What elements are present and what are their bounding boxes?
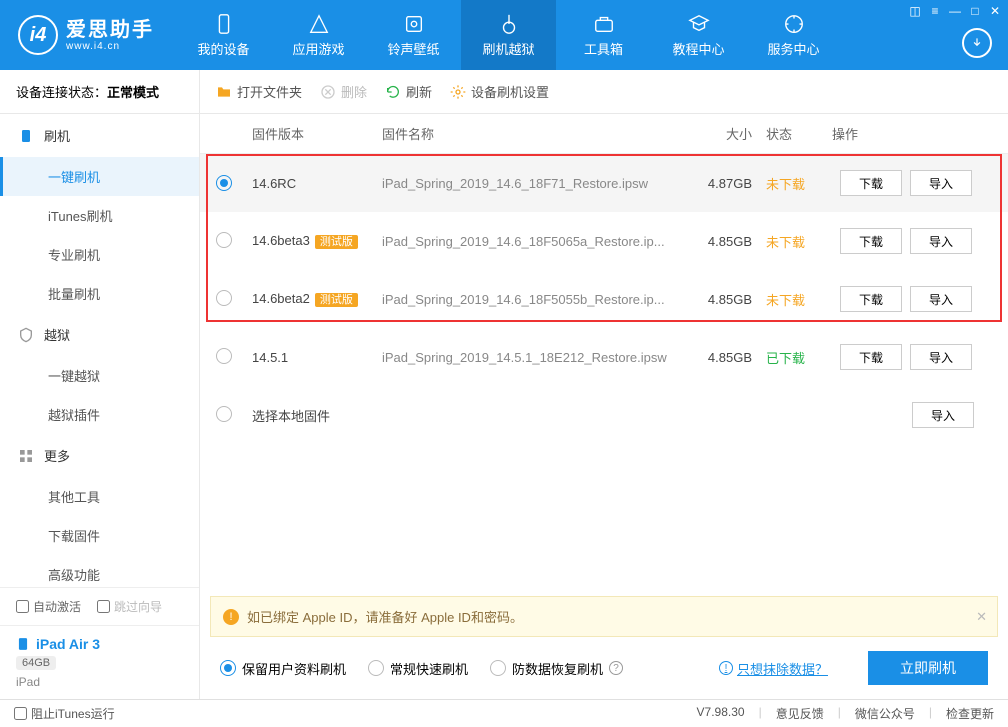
radio-select[interactable] [216, 232, 232, 248]
tablet-icon [16, 637, 30, 651]
sidebar-item-download-fw[interactable]: 下载固件 [0, 516, 199, 555]
table-header: 固件版本 固件名称 大小 状态 操作 [200, 114, 1008, 154]
shield-icon [18, 327, 34, 343]
logo[interactable]: i4 爱思助手 www.i4.cn [0, 15, 166, 55]
info-icon: ! [719, 661, 733, 675]
sidebar-item-oneclick-flash[interactable]: 一键刷机 [0, 157, 199, 196]
download-button[interactable]: 下载 [840, 170, 902, 196]
radio-select[interactable] [216, 406, 232, 422]
sidebar-item-itunes-flash[interactable]: iTunes刷机 [0, 196, 199, 235]
table-row[interactable]: 14.6RC iPad_Spring_2019_14.6_18F71_Resto… [200, 154, 1008, 212]
refresh-button[interactable]: 刷新 [385, 82, 432, 101]
feedback-link[interactable]: 意见反馈 [776, 705, 824, 722]
wechat-link[interactable]: 微信公众号 [855, 705, 915, 722]
import-button[interactable]: 导入 [910, 228, 972, 254]
nav-apps[interactable]: 应用游戏 [271, 0, 366, 70]
folder-icon [216, 84, 232, 100]
flash-icon [18, 128, 34, 144]
download-button[interactable]: 下载 [840, 286, 902, 312]
mode-keep-data[interactable]: 保留用户资料刷机 [220, 659, 346, 678]
open-folder-button[interactable]: 打开文件夹 [216, 82, 302, 101]
download-manager-button[interactable] [962, 28, 992, 58]
check-update-link[interactable]: 检查更新 [946, 705, 994, 722]
radio-select[interactable] [216, 175, 232, 191]
sidebar-group-more[interactable]: 更多 [0, 434, 199, 477]
beta-badge: 测试版 [315, 235, 358, 249]
window-controls: ◫ ≡ — □ ✕ [908, 4, 1002, 18]
download-button[interactable]: 下载 [840, 228, 902, 254]
sidebar-item-oneclick-jb[interactable]: 一键越狱 [0, 356, 199, 395]
logo-subtitle: www.i4.cn [66, 41, 154, 52]
sidebar-group-flash[interactable]: 刷机 [0, 114, 199, 157]
gear-icon [450, 84, 466, 100]
firmware-table: 14.6RC iPad_Spring_2019_14.6_18F71_Resto… [200, 154, 1008, 444]
nav-tutorial[interactable]: 教程中心 [651, 0, 746, 70]
skin-icon[interactable]: ◫ [908, 4, 922, 18]
nav-wallpaper[interactable]: 铃声壁纸 [366, 0, 461, 70]
sidebar-item-pro-flash[interactable]: 专业刷机 [0, 235, 199, 274]
delete-icon [320, 84, 336, 100]
beta-badge: 测试版 [315, 293, 358, 307]
mode-anti-recovery[interactable]: 防数据恢复刷机? [490, 659, 623, 678]
maximize-icon[interactable]: □ [968, 4, 982, 18]
import-button[interactable]: 导入 [912, 402, 974, 428]
flash-settings-button[interactable]: 设备刷机设置 [450, 82, 549, 101]
import-button[interactable]: 导入 [910, 286, 972, 312]
top-nav: 我的设备 应用游戏 铃声壁纸 刷机越狱 工具箱 教程中心 服务中心 [176, 0, 841, 70]
status-bar: 阻止iTunes运行 V7.98.30| 意见反馈| 微信公众号| 检查更新 [0, 699, 1008, 727]
sidebar-group-jailbreak[interactable]: 越狱 [0, 313, 199, 356]
auto-activate-checkbox[interactable]: 自动激活 [16, 598, 81, 615]
download-button[interactable]: 下载 [840, 344, 902, 370]
more-icon [18, 448, 34, 464]
refresh-icon [385, 84, 401, 100]
table-row[interactable]: 14.5.1 iPad_Spring_2019_14.5.1_18E212_Re… [200, 328, 1008, 386]
toolbar: 打开文件夹 删除 刷新 设备刷机设置 [200, 70, 1008, 114]
device-info[interactable]: iPad Air 3 64GB iPad [0, 625, 199, 699]
close-tip-button[interactable]: ✕ [976, 609, 987, 625]
sidebar-item-other-tools[interactable]: 其他工具 [0, 477, 199, 516]
nav-flash[interactable]: 刷机越狱 [461, 0, 556, 70]
sidebar-item-advanced[interactable]: 高级功能 [0, 555, 199, 587]
nav-toolbox[interactable]: 工具箱 [556, 0, 651, 70]
logo-title: 爱思助手 [66, 19, 154, 41]
close-icon[interactable]: ✕ [988, 4, 1002, 18]
erase-only-link[interactable]: !只想抹除数据？ [719, 659, 828, 678]
sidebar-item-jb-plugins[interactable]: 越狱插件 [0, 395, 199, 434]
minimize-icon[interactable]: — [948, 4, 962, 18]
help-icon[interactable]: ? [609, 661, 623, 675]
warning-icon: ! [223, 609, 239, 625]
table-row-local[interactable]: 选择本地固件 导入 [200, 386, 1008, 444]
mode-quick[interactable]: 常规快速刷机 [368, 659, 468, 678]
menu-icon[interactable]: ≡ [928, 4, 942, 18]
tip-bar: ! 如已绑定 Apple ID，请准备好 Apple ID和密码。 ✕ [210, 596, 998, 637]
import-button[interactable]: 导入 [910, 344, 972, 370]
version-label: V7.98.30 [697, 705, 745, 722]
radio-select[interactable] [216, 348, 232, 364]
block-itunes-checkbox[interactable]: 阻止iTunes运行 [14, 705, 115, 722]
sidebar: 设备连接状态：正常模式 刷机 一键刷机 iTunes刷机 专业刷机 批量刷机 越… [0, 70, 200, 699]
table-row[interactable]: 14.6beta2测试版 iPad_Spring_2019_14.6_18F50… [200, 270, 1008, 328]
delete-button[interactable]: 删除 [320, 82, 367, 101]
nav-my-device[interactable]: 我的设备 [176, 0, 271, 70]
skip-guide-checkbox[interactable]: 跳过向导 [97, 598, 162, 615]
device-status: 设备连接状态：正常模式 [0, 70, 199, 114]
flash-now-button[interactable]: 立即刷机 [868, 651, 988, 685]
nav-service[interactable]: 服务中心 [746, 0, 841, 70]
sidebar-item-batch-flash[interactable]: 批量刷机 [0, 274, 199, 313]
radio-select[interactable] [216, 290, 232, 306]
flash-mode-row: 保留用户资料刷机 常规快速刷机 防数据恢复刷机? !只想抹除数据？ 立即刷机 [200, 637, 1008, 699]
app-header: i4 爱思助手 www.i4.cn 我的设备 应用游戏 铃声壁纸 刷机越狱 工具… [0, 0, 1008, 70]
import-button[interactable]: 导入 [910, 170, 972, 196]
table-row[interactable]: 14.6beta3测试版 iPad_Spring_2019_14.6_18F50… [200, 212, 1008, 270]
main-panel: 打开文件夹 删除 刷新 设备刷机设置 固件版本 固件名称 大小 状态 操作 14… [200, 70, 1008, 699]
